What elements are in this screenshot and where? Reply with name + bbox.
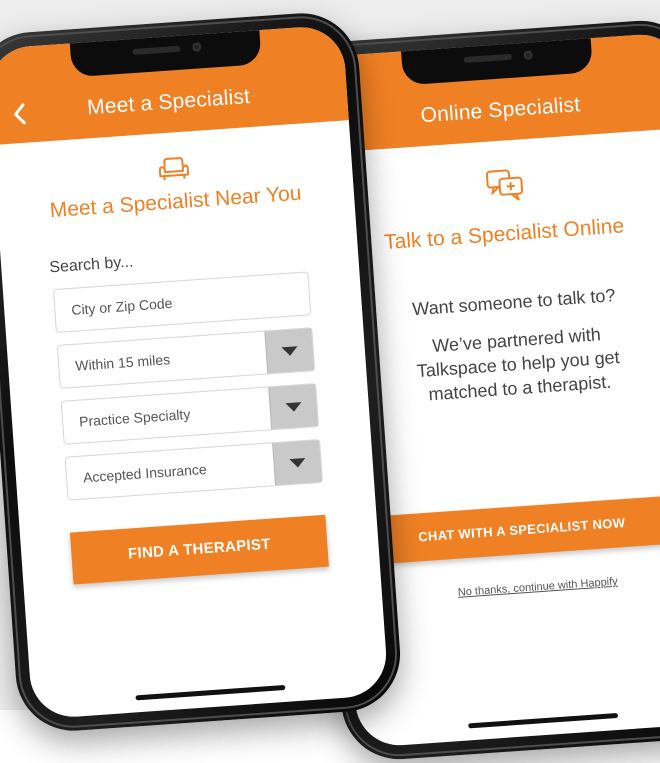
dropdown-toggle[interactable] [264,328,314,373]
dropdown-toggle[interactable] [268,384,318,429]
phone-left: Meet a Specialist Meet a Specialist Near… [0,9,404,734]
distance-value: Within 15 miles [75,351,171,374]
specialty-select[interactable]: Practice Specialty [61,383,319,445]
find-therapist-button[interactable]: FIND A THERAPIST [70,515,329,585]
location-input[interactable]: City or Zip Code [53,271,311,333]
sofa-icon [157,155,189,181]
distance-select[interactable]: Within 15 miles [57,327,315,389]
home-indicator [468,713,618,728]
decline-link[interactable]: No thanks, continue with Happify [388,571,660,604]
section-heading: Meet a Specialist Near You [0,178,355,227]
chat-bubbles-icon [485,167,527,204]
caret-down-icon [285,402,302,412]
location-placeholder: City or Zip Code [71,295,173,318]
chat-specialist-button[interactable]: CHAT WITH A SPECIALIST NOW [362,495,660,565]
insurance-select[interactable]: Accepted Insurance [65,439,323,501]
search-by-label: Search by... [49,254,134,278]
caret-down-icon [289,457,306,467]
home-indicator [135,685,285,700]
specialty-value: Practice Specialty [79,406,191,430]
app-bar-title: Meet a Specialist [0,78,348,127]
phone-left-screen: Meet a Specialist Meet a Specialist Near… [0,24,389,719]
caret-down-icon [281,346,298,356]
prompt-question: Want someone to talk to? [327,277,660,327]
dropdown-toggle[interactable] [272,440,322,485]
app-bar-title: Online Specialist [314,86,660,136]
insurance-value: Accepted Insurance [83,461,208,486]
